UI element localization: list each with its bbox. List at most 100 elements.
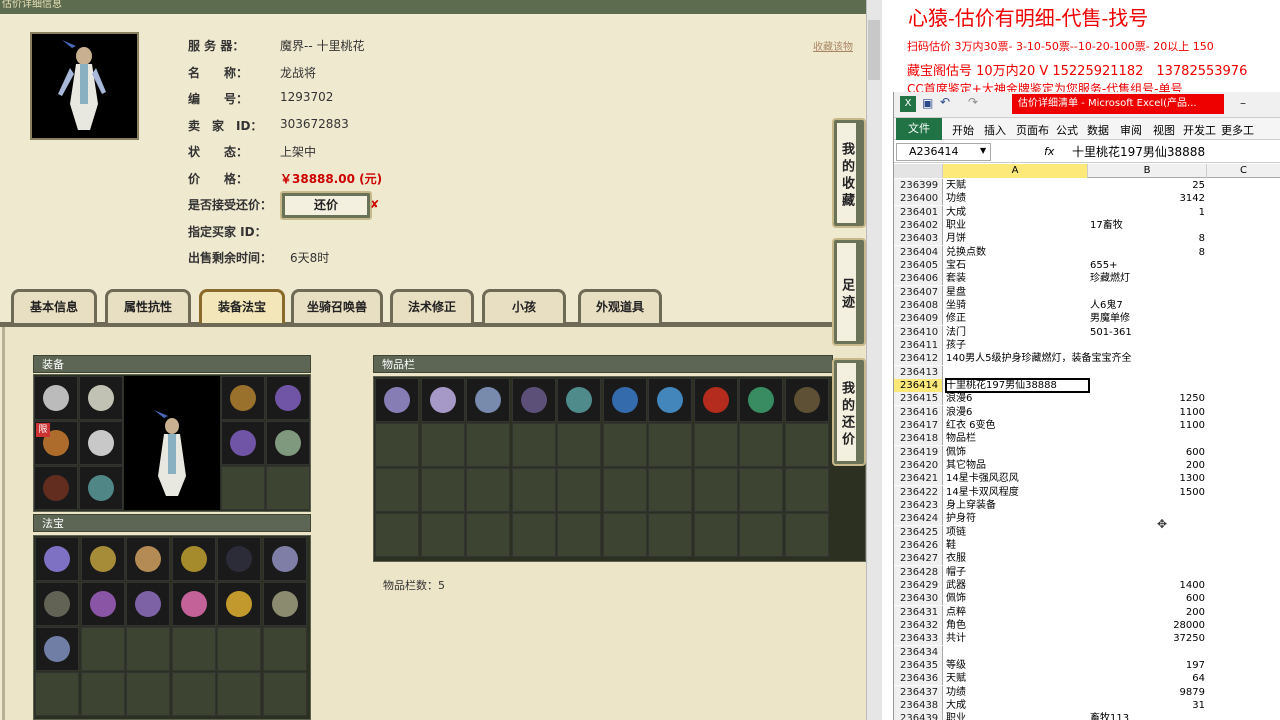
cell-a[interactable]: 点粹 — [946, 606, 1088, 619]
row-number[interactable]: 236411 — [894, 338, 943, 352]
inventory-slot[interactable] — [648, 513, 692, 557]
row-number[interactable]: 236434 — [894, 645, 943, 659]
inventory-slot[interactable] — [784, 423, 829, 467]
row-number[interactable]: 236423 — [894, 498, 943, 512]
cell-a[interactable]: 其它物品 — [946, 459, 1088, 472]
inventory-slot[interactable] — [466, 378, 510, 422]
inventory-slot[interactable] — [739, 468, 783, 512]
row-number[interactable]: 236403 — [894, 232, 943, 246]
cell-a[interactable]: 天赋 — [946, 179, 1088, 192]
equip-slot[interactable] — [221, 376, 265, 420]
tab-5[interactable]: 小孩 — [482, 289, 566, 323]
ribbon-tab-1[interactable]: 插入 — [984, 122, 1006, 138]
equip-slot[interactable] — [34, 466, 78, 510]
inventory-slot[interactable] — [420, 378, 465, 422]
cell-b[interactable]: 600 — [1090, 446, 1205, 459]
cell-b[interactable]: 197 — [1090, 659, 1205, 672]
cell-a[interactable]: 大成 — [946, 206, 1088, 219]
row-number[interactable]: 236429 — [894, 578, 943, 592]
inventory-slot[interactable] — [466, 513, 510, 557]
treasure-slot[interactable] — [80, 537, 125, 581]
row-number[interactable]: 236410 — [894, 325, 943, 339]
inventory-slot[interactable] — [648, 468, 692, 512]
inventory-slot[interactable] — [466, 423, 510, 467]
cell-b[interactable]: 1500 — [1090, 486, 1205, 499]
cell-a[interactable]: 帽子 — [946, 566, 1088, 579]
treasure-slot[interactable] — [262, 582, 307, 626]
cell-b[interactable]: 64 — [1090, 672, 1205, 685]
row-number[interactable]: 236399 — [894, 179, 943, 192]
ribbon-tab-4[interactable]: 数据 — [1087, 122, 1109, 138]
treasure-slot[interactable] — [126, 537, 170, 581]
cell-a[interactable]: 物品栏 — [946, 432, 1088, 445]
treasure-slot[interactable] — [35, 672, 79, 716]
inventory-slot[interactable] — [511, 468, 556, 512]
row-number[interactable]: 236416 — [894, 405, 943, 419]
inventory-slot[interactable] — [739, 513, 783, 557]
cell-b[interactable]: 8 — [1090, 246, 1205, 259]
treasure-slot[interactable] — [217, 672, 261, 716]
row-number[interactable]: 236401 — [894, 205, 943, 219]
treasure-slot[interactable] — [217, 627, 261, 671]
cell-a[interactable]: 功绩 — [946, 192, 1088, 205]
cell-a[interactable]: 职业 — [946, 712, 1088, 720]
row-number[interactable]: 236424 — [894, 512, 943, 526]
treasure-slot[interactable] — [217, 537, 261, 581]
row-number[interactable]: 236438 — [894, 698, 943, 712]
inventory-slot[interactable] — [557, 423, 601, 467]
formula-input[interactable]: 十里桃花197男仙38888 — [1072, 143, 1205, 160]
inventory-slot[interactable] — [557, 378, 601, 422]
inventory-slot[interactable] — [511, 378, 556, 422]
treasure-slot[interactable] — [171, 627, 216, 671]
inventory-slot[interactable] — [602, 513, 647, 557]
treasure-slot[interactable] — [171, 582, 216, 626]
cell-b[interactable]: 人6鬼7 — [1090, 299, 1205, 312]
cell-b[interactable]: 9879 — [1090, 686, 1205, 699]
row-number[interactable]: 236433 — [894, 632, 943, 646]
inventory-slot[interactable] — [602, 423, 647, 467]
inventory-slot[interactable] — [602, 468, 647, 512]
inventory-slot[interactable] — [420, 513, 465, 557]
ribbon-tab-6[interactable]: 视图 — [1153, 122, 1175, 138]
row-number[interactable]: 236409 — [894, 312, 943, 326]
row-number[interactable]: 236437 — [894, 685, 943, 699]
inventory-slot[interactable] — [739, 378, 783, 422]
tab-2[interactable]: 装备法宝 — [199, 289, 285, 323]
cell-b[interactable]: 200 — [1090, 606, 1205, 619]
inventory-slot[interactable] — [420, 423, 465, 467]
undo-icon[interactable]: ↶ — [940, 95, 950, 109]
treasure-slot[interactable] — [126, 672, 170, 716]
inventory-slot[interactable] — [375, 378, 419, 422]
cell-b[interactable]: 28000 — [1090, 619, 1205, 632]
treasure-slot[interactable] — [35, 627, 79, 671]
name-box[interactable]: A236414 — [896, 143, 991, 161]
treasure-slot[interactable] — [80, 672, 125, 716]
cell-a[interactable]: 孩子 — [946, 339, 1088, 352]
cell-b[interactable]: 17畜牧 — [1090, 219, 1205, 232]
cell-a[interactable]: 护身符 — [946, 512, 1088, 525]
inventory-slot[interactable] — [557, 468, 601, 512]
row-number[interactable]: 236426 — [894, 538, 943, 552]
treasure-slot[interactable] — [171, 672, 216, 716]
cell-a[interactable]: 修正 — [946, 312, 1088, 325]
cell-b[interactable]: 珍藏燃灯 — [1090, 272, 1205, 285]
treasure-slot[interactable] — [80, 582, 125, 626]
footprint-button[interactable]: 足迹 — [832, 238, 866, 346]
treasure-slot[interactable] — [217, 582, 261, 626]
cell-a[interactable]: 浪漫6 — [946, 392, 1088, 405]
cell-a[interactable]: 套装 — [946, 272, 1088, 285]
inventory-slot[interactable] — [420, 468, 465, 512]
cell-a[interactable]: 项链 — [946, 526, 1088, 539]
cell-a[interactable]: 衣服 — [946, 552, 1088, 565]
row-number[interactable]: 236420 — [894, 458, 943, 472]
row-number[interactable]: 236417 — [894, 418, 943, 432]
row-number[interactable]: 236407 — [894, 285, 943, 299]
inventory-slot[interactable] — [739, 423, 783, 467]
equip-slot[interactable] — [79, 376, 123, 420]
inventory-slot[interactable] — [784, 378, 829, 422]
tab-0[interactable]: 基本信息 — [11, 289, 97, 323]
inventory-slot[interactable] — [557, 513, 601, 557]
cell-b[interactable]: 男魔单修 — [1090, 312, 1205, 325]
favorite-link[interactable]: 收藏该物 — [813, 38, 853, 53]
treasure-slot[interactable] — [126, 582, 170, 626]
